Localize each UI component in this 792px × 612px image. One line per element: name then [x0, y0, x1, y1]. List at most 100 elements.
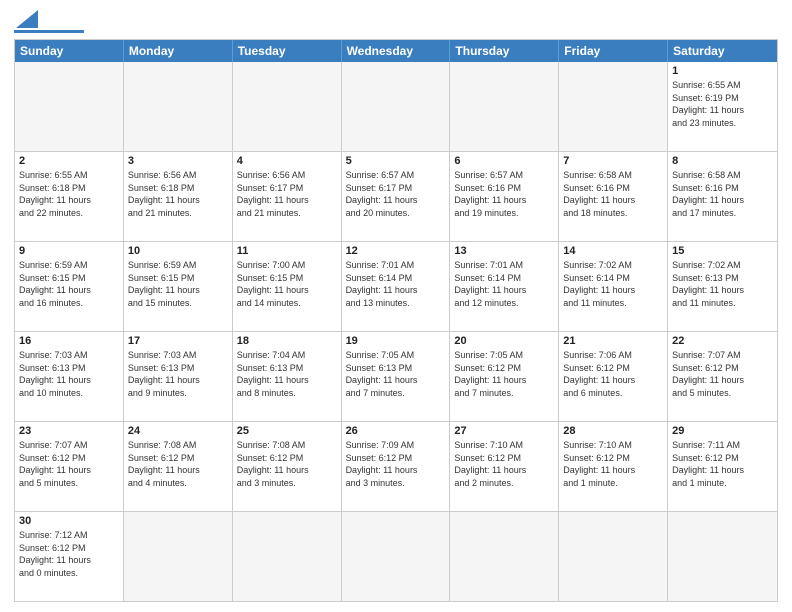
calendar-day-1: 1 Sunrise: 6:55 AM Sunset: 6:19 PM Daylig… — [668, 62, 777, 151]
calendar-empty-cell — [15, 62, 124, 151]
day-info: Sunrise: 7:05 AM Sunset: 6:13 PM Dayligh… — [346, 349, 446, 399]
calendar-day-8: 8Sunrise: 6:58 AM Sunset: 6:16 PM Daylig… — [668, 152, 777, 241]
calendar-empty-cell — [559, 512, 668, 601]
day-number: 19 — [346, 335, 446, 347]
day-info: Sunrise: 7:06 AM Sunset: 6:12 PM Dayligh… — [563, 349, 663, 399]
calendar-day-10: 10 Sunrise: 6:59 AM Sunset: 6:15 PM Dayli… — [124, 242, 233, 331]
day-info: Sunrise: 6:57 AM Sunset: 6:16 PM Dayligh… — [454, 169, 554, 219]
day-info: Sunrise: 7:10 AM Sunset: 6:12 PM Dayligh… — [454, 439, 554, 489]
logo-icon — [16, 10, 38, 28]
day-info: Sunrise: 7:07 AM Sunset: 6:12 PM Dayligh… — [19, 439, 119, 489]
calendar-day-18: 18 Sunrise: 7:04 AM Sunset: 6:13 PM Dayli… — [233, 332, 342, 421]
calendar-day-20: 20 Sunrise: 7:05 AM Sunset: 6:12 PM Dayli… — [450, 332, 559, 421]
day-info: Sunrise: 6:57 AM Sunset: 6:17 PM Dayligh… — [346, 169, 446, 219]
logo — [14, 10, 84, 33]
day-info: Sunrise: 7:03 AM Sunset: 6:13 PM Dayligh… — [19, 349, 119, 399]
calendar-day-4: 4Sunrise: 6:56 AM Sunset: 6:17 PM Daylig… — [233, 152, 342, 241]
calendar-day-7: 7Sunrise: 6:58 AM Sunset: 6:16 PM Daylig… — [559, 152, 668, 241]
day-info: Sunrise: 6:55 AM Sunset: 6:19 PM Dayligh… — [672, 79, 773, 129]
day-info: Sunrise: 7:09 AM Sunset: 6:12 PM Dayligh… — [346, 439, 446, 489]
calendar-empty-cell — [233, 62, 342, 151]
day-number: 29 — [672, 425, 773, 437]
day-info: Sunrise: 7:02 AM Sunset: 6:14 PM Dayligh… — [563, 259, 663, 309]
calendar-day-5: 5Sunrise: 6:57 AM Sunset: 6:17 PM Daylig… — [342, 152, 451, 241]
calendar-row-0: 1 Sunrise: 6:55 AM Sunset: 6:19 PM Daylig… — [15, 62, 777, 151]
day-header-sunday: Sunday — [15, 40, 124, 62]
calendar-day-17: 17 Sunrise: 7:03 AM Sunset: 6:13 PM Dayli… — [124, 332, 233, 421]
calendar-empty-cell — [450, 62, 559, 151]
day-number: 15 — [672, 245, 773, 257]
day-info: Sunrise: 7:05 AM Sunset: 6:12 PM Dayligh… — [454, 349, 554, 399]
calendar-empty-cell — [124, 512, 233, 601]
day-info: Sunrise: 6:58 AM Sunset: 6:16 PM Dayligh… — [563, 169, 663, 219]
calendar-day-2: 2 Sunrise: 6:55 AM Sunset: 6:18 PM Daylig… — [15, 152, 124, 241]
calendar-day-15: 15 Sunrise: 7:02 AM Sunset: 6:13 PM Dayli… — [668, 242, 777, 331]
day-number: 25 — [237, 425, 337, 437]
calendar-row-5: 30Sunrise: 7:12 AM Sunset: 6:12 PM Dayli… — [15, 511, 777, 601]
calendar-day-28: 28Sunrise: 7:10 AM Sunset: 6:12 PM Dayli… — [559, 422, 668, 511]
day-number: 27 — [454, 425, 554, 437]
day-info: Sunrise: 6:56 AM Sunset: 6:18 PM Dayligh… — [128, 169, 228, 219]
calendar-day-24: 24 Sunrise: 7:08 AM Sunset: 6:12 PM Dayli… — [124, 422, 233, 511]
day-info: Sunrise: 7:11 AM Sunset: 6:12 PM Dayligh… — [672, 439, 773, 489]
calendar-row-3: 16Sunrise: 7:03 AM Sunset: 6:13 PM Dayli… — [15, 331, 777, 421]
day-info: Sunrise: 7:00 AM Sunset: 6:15 PM Dayligh… — [237, 259, 337, 309]
day-number: 13 — [454, 245, 554, 257]
day-number: 10 — [128, 245, 228, 257]
calendar-day-23: 23 Sunrise: 7:07 AM Sunset: 6:12 PM Dayli… — [15, 422, 124, 511]
day-info: Sunrise: 6:58 AM Sunset: 6:16 PM Dayligh… — [672, 169, 773, 219]
calendar-day-19: 19 Sunrise: 7:05 AM Sunset: 6:13 PM Dayli… — [342, 332, 451, 421]
day-header-friday: Friday — [559, 40, 668, 62]
day-header-monday: Monday — [124, 40, 233, 62]
calendar-day-25: 25 Sunrise: 7:08 AM Sunset: 6:12 PM Dayli… — [233, 422, 342, 511]
day-number: 12 — [346, 245, 446, 257]
day-info: Sunrise: 7:04 AM Sunset: 6:13 PM Dayligh… — [237, 349, 337, 399]
day-number: 26 — [346, 425, 446, 437]
day-info: Sunrise: 7:02 AM Sunset: 6:13 PM Dayligh… — [672, 259, 773, 309]
day-number: 28 — [563, 425, 663, 437]
calendar-day-30: 30Sunrise: 7:12 AM Sunset: 6:12 PM Dayli… — [15, 512, 124, 601]
day-number: 1 — [672, 65, 773, 77]
day-header-wednesday: Wednesday — [342, 40, 451, 62]
calendar-day-6: 6 Sunrise: 6:57 AM Sunset: 6:16 PM Daylig… — [450, 152, 559, 241]
calendar-day-26: 26 Sunrise: 7:09 AM Sunset: 6:12 PM Dayli… — [342, 422, 451, 511]
day-number: 14 — [563, 245, 663, 257]
calendar-empty-cell — [559, 62, 668, 151]
calendar-day-9: 9Sunrise: 6:59 AM Sunset: 6:15 PM Daylig… — [15, 242, 124, 331]
logo-top — [14, 10, 84, 28]
day-number: 20 — [454, 335, 554, 347]
day-number: 22 — [672, 335, 773, 347]
calendar-day-11: 11 Sunrise: 7:00 AM Sunset: 6:15 PM Dayli… — [233, 242, 342, 331]
calendar-day-14: 14 Sunrise: 7:02 AM Sunset: 6:14 PM Dayli… — [559, 242, 668, 331]
day-number: 2 — [19, 155, 119, 167]
calendar-day-27: 27 Sunrise: 7:10 AM Sunset: 6:12 PM Dayli… — [450, 422, 559, 511]
day-number: 11 — [237, 245, 337, 257]
day-info: Sunrise: 6:59 AM Sunset: 6:15 PM Dayligh… — [128, 259, 228, 309]
calendar-day-22: 22Sunrise: 7:07 AM Sunset: 6:12 PM Dayli… — [668, 332, 777, 421]
calendar-empty-cell — [233, 512, 342, 601]
calendar-row-2: 9Sunrise: 6:59 AM Sunset: 6:15 PM Daylig… — [15, 241, 777, 331]
logo-underline — [14, 30, 84, 33]
header — [14, 10, 778, 33]
calendar-empty-cell — [450, 512, 559, 601]
day-number: 6 — [454, 155, 554, 167]
day-number: 18 — [237, 335, 337, 347]
day-header-thursday: Thursday — [450, 40, 559, 62]
calendar-empty-cell — [342, 62, 451, 151]
day-number: 23 — [19, 425, 119, 437]
day-info: Sunrise: 7:03 AM Sunset: 6:13 PM Dayligh… — [128, 349, 228, 399]
calendar-day-21: 21Sunrise: 7:06 AM Sunset: 6:12 PM Dayli… — [559, 332, 668, 421]
day-info: Sunrise: 7:01 AM Sunset: 6:14 PM Dayligh… — [454, 259, 554, 309]
day-info: Sunrise: 6:59 AM Sunset: 6:15 PM Dayligh… — [19, 259, 119, 309]
calendar-day-12: 12Sunrise: 7:01 AM Sunset: 6:14 PM Dayli… — [342, 242, 451, 331]
day-header-tuesday: Tuesday — [233, 40, 342, 62]
day-number: 17 — [128, 335, 228, 347]
calendar-empty-cell — [342, 512, 451, 601]
day-info: Sunrise: 6:55 AM Sunset: 6:18 PM Dayligh… — [19, 169, 119, 219]
day-info: Sunrise: 7:08 AM Sunset: 6:12 PM Dayligh… — [237, 439, 337, 489]
page: SundayMondayTuesdayWednesdayThursdayFrid… — [0, 0, 792, 612]
day-number: 24 — [128, 425, 228, 437]
day-number: 3 — [128, 155, 228, 167]
day-info: Sunrise: 6:56 AM Sunset: 6:17 PM Dayligh… — [237, 169, 337, 219]
day-info: Sunrise: 7:08 AM Sunset: 6:12 PM Dayligh… — [128, 439, 228, 489]
